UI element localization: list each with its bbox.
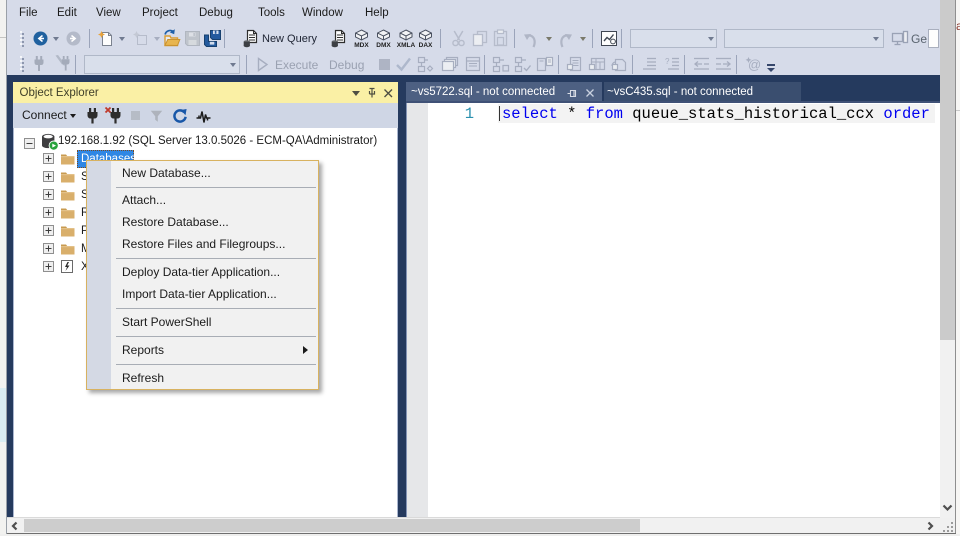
svg-text:DMX: DMX	[376, 42, 391, 49]
svg-text:DAX: DAX	[419, 42, 433, 49]
svg-text:XMLA: XMLA	[397, 42, 416, 49]
svg-text:?: ?	[665, 57, 670, 66]
svg-text:MDX: MDX	[354, 42, 369, 49]
